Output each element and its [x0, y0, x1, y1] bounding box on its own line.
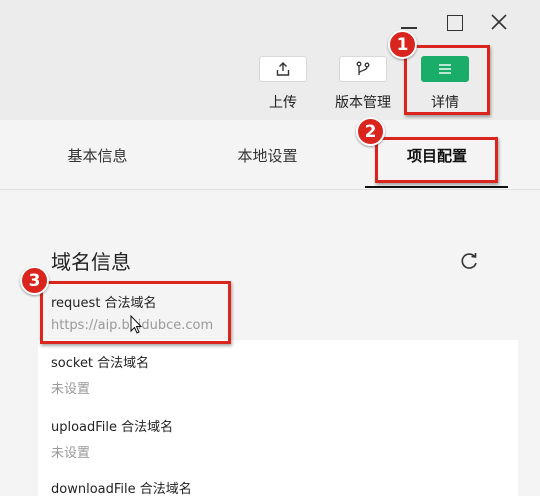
annotation-box-1 [404, 45, 490, 115]
domain-value: 未设置 [51, 382, 91, 397]
domain-label: socket 合法域名 [51, 356, 150, 371]
domain-item-downloadfile: downloadFile 合法域名 [51, 478, 192, 497]
close-button[interactable] [485, 10, 513, 36]
close-icon [491, 14, 507, 30]
upload-label: 上传 [269, 95, 297, 111]
mouse-cursor-icon [130, 315, 143, 334]
maximize-button[interactable] [440, 10, 468, 36]
annotation-badge-2: 2 [356, 117, 385, 146]
refresh-icon[interactable] [458, 250, 480, 272]
annotation-badge-3: 3 [20, 266, 49, 295]
domain-label: uploadFile 合法域名 [51, 420, 174, 435]
annotation-badge-1: 1 [388, 30, 417, 59]
tab-basic-info[interactable]: 基本信息 [40, 120, 155, 190]
upload-icon [276, 62, 290, 76]
tab-local-settings[interactable]: 本地设置 [210, 120, 325, 190]
active-tab-indicator [365, 186, 508, 188]
version-button[interactable]: 版本管理 [328, 56, 398, 112]
domain-value: 未设置 [51, 446, 91, 461]
version-label: 版本管理 [335, 95, 391, 111]
domain-label: downloadFile 合法域名 [51, 482, 192, 497]
domain-item-socket: socket 合法域名 未设置 [51, 352, 149, 397]
annotation-box-2 [375, 137, 498, 183]
upload-button[interactable]: 上传 [248, 56, 318, 112]
branch-icon [356, 61, 370, 75]
domain-item-uploadfile: uploadFile 合法域名 未设置 [51, 416, 173, 461]
section-title: 域名信息 [51, 250, 131, 274]
